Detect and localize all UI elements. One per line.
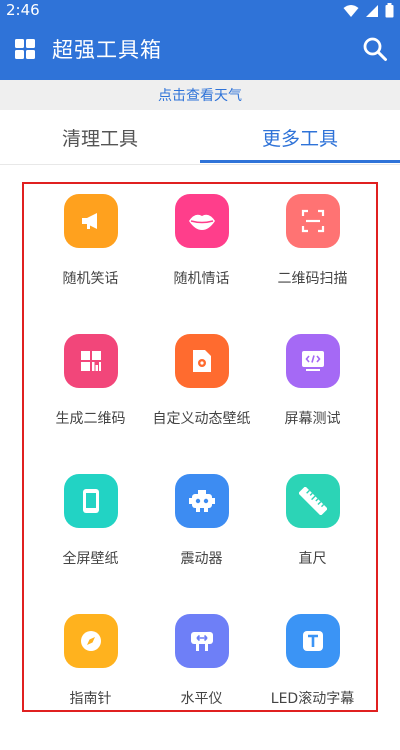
text-t-icon (286, 614, 340, 668)
megaphone-icon (64, 194, 118, 248)
robot-icon (175, 474, 229, 528)
scan-icon (286, 194, 340, 248)
tab-cleaning-tools[interactable]: 清理工具 (0, 110, 200, 164)
grid-menu-icon[interactable] (14, 38, 36, 60)
tool-label: LED滚动字幕 (270, 691, 355, 707)
status-time: 2:46 (6, 1, 40, 19)
compass-icon (64, 614, 118, 668)
battery-icon (385, 3, 394, 18)
tab-more-tools[interactable]: 更多工具 (200, 110, 400, 164)
app-bar: 2:46 超强工具箱 (0, 0, 400, 80)
tool-ruler[interactable]: 直尺 (246, 470, 379, 610)
toolbar: 超强工具箱 (0, 28, 400, 72)
tool-screen-test[interactable]: 屏幕测试 (246, 330, 379, 470)
weather-link-text: 点击查看天气 (158, 88, 242, 104)
app-title: 超强工具箱 (52, 38, 162, 62)
status-icons (343, 3, 394, 18)
qrcode-icon (64, 334, 118, 388)
tool-label: 屏幕测试 (284, 411, 341, 427)
lips-icon (175, 194, 229, 248)
wallpaper-file-icon (175, 334, 229, 388)
tool-label: 二维码扫描 (277, 271, 348, 287)
tool-qr-scan[interactable]: 二维码扫描 (246, 190, 379, 330)
tools-grid-highlight: 随机笑话 随机情话 二维码扫描 生成二维码 自定义动态壁纸 屏幕测试 全屏壁纸 … (22, 182, 378, 712)
level-icon (175, 614, 229, 668)
active-tab-indicator (200, 160, 400, 163)
code-screen-icon (286, 334, 340, 388)
weather-link[interactable]: 点击查看天气 (0, 80, 400, 110)
signal-icon (366, 4, 378, 17)
tab-label: 更多工具 (261, 127, 338, 150)
tab-bar: 清理工具 更多工具 (0, 110, 400, 165)
phone-icon (64, 474, 118, 528)
tab-label: 清理工具 (61, 127, 138, 150)
search-icon[interactable] (362, 36, 388, 62)
status-bar: 2:46 (0, 0, 400, 22)
wifi-icon (343, 4, 359, 17)
tool-label: 直尺 (298, 551, 327, 567)
ruler-icon (286, 474, 340, 528)
tool-led-scrolling-text[interactable]: LED滚动字幕 (246, 610, 379, 750)
